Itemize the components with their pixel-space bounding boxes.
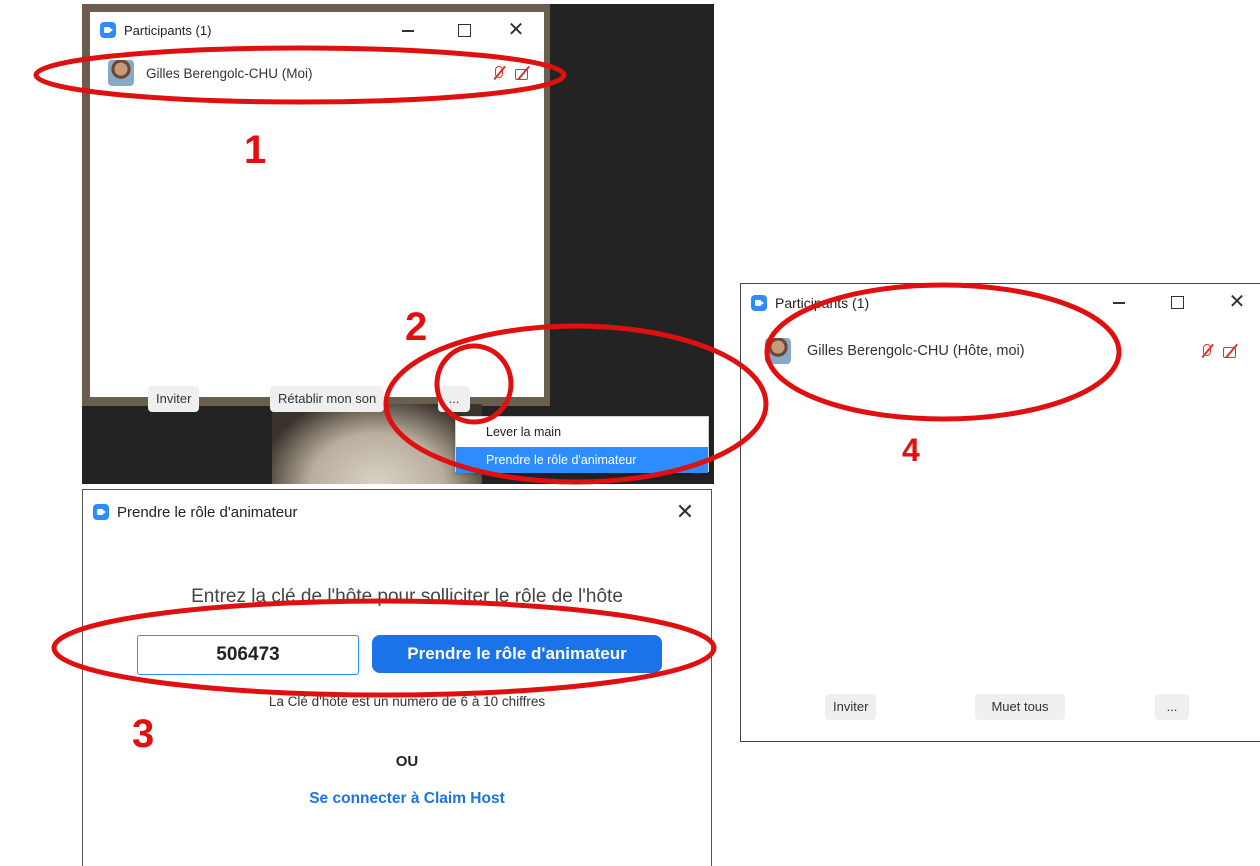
- status-icons: [490, 65, 530, 81]
- minimize-button[interactable]: [1107, 290, 1131, 314]
- titlebar: Participants (1) ✕: [741, 284, 1260, 322]
- or-separator: OU: [395, 753, 419, 770]
- invite-button[interactable]: Inviter: [148, 386, 200, 412]
- video-off-icon[interactable]: [1222, 343, 1238, 359]
- zoom-logo-icon: [100, 22, 116, 38]
- close-button[interactable]: ✕: [504, 18, 528, 42]
- host-key-input[interactable]: 506473: [137, 635, 359, 675]
- mic-muted-icon[interactable]: [490, 65, 506, 81]
- status-icons: [1198, 343, 1238, 359]
- participant-name: Gilles Berengolc-CHU (Moi): [146, 65, 313, 81]
- unmute-button[interactable]: Rétablir mon son: [270, 386, 385, 412]
- menu-item-raise-hand[interactable]: Lever la main: [456, 419, 708, 445]
- step-number-2: 2: [405, 305, 428, 349]
- step-number-3: 3: [132, 712, 155, 756]
- claim-host-dialog: Prendre le rôle d'animateur ✕ Entrez la …: [82, 489, 712, 866]
- dialog-title: Prendre le rôle d'animateur: [117, 503, 298, 521]
- video-person: [272, 404, 482, 484]
- more-menu: Lever la main Prendre le rôle d'animateu…: [455, 416, 709, 473]
- signin-claim-host-link[interactable]: Se connecter à Claim Host: [83, 790, 711, 808]
- participant-row[interactable]: Gilles Berengolc-CHU (Hôte, moi): [741, 332, 1260, 370]
- more-button[interactable]: ...: [1155, 694, 1189, 720]
- step-number-1: 1: [244, 128, 267, 172]
- window-title: Participants (1): [124, 22, 212, 38]
- zoom-logo-icon: [93, 504, 109, 520]
- step-number-4: 4: [902, 432, 920, 468]
- invite-button[interactable]: Inviter: [825, 694, 877, 720]
- video-off-icon[interactable]: [514, 65, 530, 81]
- claim-host-button[interactable]: Prendre le rôle d'animateur: [372, 635, 662, 673]
- participants-window-host: Participants (1) ✕ Gilles Berengolc-CHU …: [740, 283, 1260, 742]
- avatar: [108, 60, 134, 86]
- menu-item-claim-host[interactable]: Prendre le rôle d'animateur: [456, 447, 708, 473]
- close-button[interactable]: ✕: [1225, 290, 1249, 314]
- zoom-logo-icon: [751, 295, 767, 311]
- participants-window-1: Participants (1) ✕ Gilles Berengolc-CHU …: [90, 12, 544, 412]
- mute-all-button[interactable]: Muet tous: [975, 694, 1065, 720]
- more-button[interactable]: ...: [438, 386, 470, 412]
- host-key-hint: La Clé d'hôte est un numéro de 6 à 10 ch…: [268, 694, 546, 709]
- host-key-prompt: Entrez la clé de l'hôte pour solliciter …: [191, 586, 623, 607]
- avatar: [765, 338, 791, 364]
- dialog-titlebar: Prendre le rôle d'animateur ✕: [83, 490, 711, 534]
- minimize-button[interactable]: [396, 18, 420, 42]
- titlebar: Participants (1) ✕: [90, 12, 544, 48]
- mic-muted-icon[interactable]: [1198, 343, 1214, 359]
- close-button[interactable]: ✕: [673, 500, 697, 524]
- maximize-button[interactable]: [452, 18, 476, 42]
- participant-row[interactable]: Gilles Berengolc-CHU (Moi): [90, 54, 544, 92]
- maximize-button[interactable]: [1165, 290, 1189, 314]
- window-title: Participants (1): [775, 295, 870, 311]
- participant-name: Gilles Berengolc-CHU (Hôte, moi): [807, 343, 1025, 359]
